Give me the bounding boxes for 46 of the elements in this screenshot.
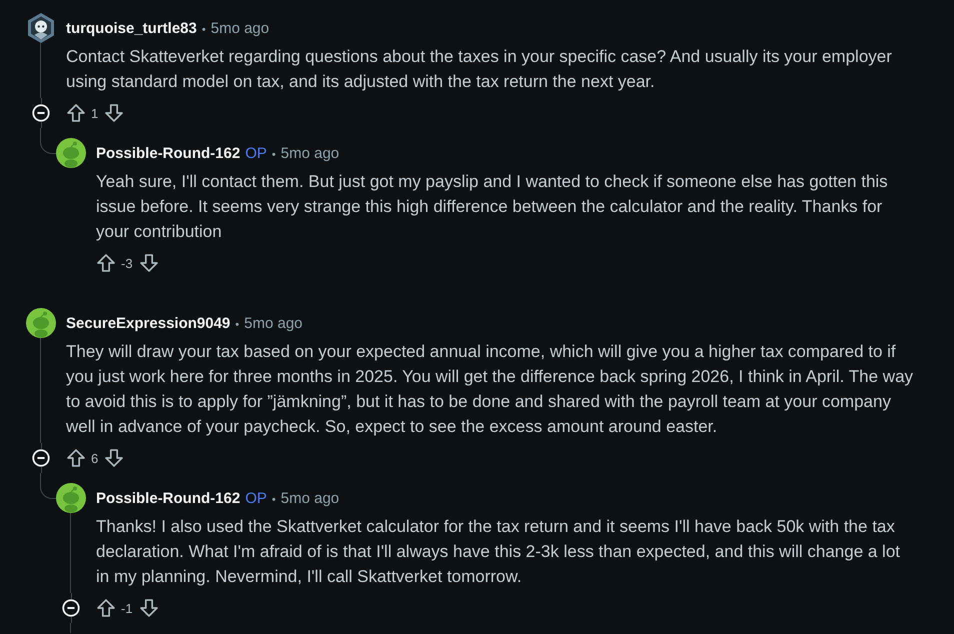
- timestamp: 5mo ago: [210, 20, 270, 36]
- thread-line: [40, 467, 42, 473]
- downvote-arrow-icon: [105, 104, 124, 122]
- separator-dot: •: [272, 148, 276, 160]
- collapse-button[interactable]: [32, 449, 50, 467]
- upvote-arrow-icon: [97, 254, 115, 272]
- separator-dot: •: [202, 24, 206, 36]
- vote-count: 1: [91, 106, 98, 120]
- username[interactable]: Possible-Round-162: [96, 144, 240, 162]
- downvote-button[interactable]: [105, 449, 124, 467]
- minus-circle-icon: [62, 599, 80, 617]
- downvote-button[interactable]: [140, 599, 158, 617]
- upvote-arrow-icon: [67, 449, 85, 467]
- comment-text: Thanks! I also used the Skattverket calculator for the tax return and it seems I'll have back 50k with the tax declaration. What I'm afraid of is that I'll always have this 2-3k less than expected, and this will change a lot in my planning. Nevermind, I'll call Skattverket tomorrow.: [96, 516, 902, 588]
- op-label: OP: [245, 144, 267, 162]
- vote-count: -1: [121, 600, 133, 616]
- collapse-button[interactable]: [32, 104, 50, 122]
- username[interactable]: Possible-Round-162: [96, 490, 240, 506]
- downvote-button[interactable]: [140, 254, 158, 272]
- username[interactable]: SecureExpression9049: [66, 314, 230, 332]
- upvote-button[interactable]: [67, 449, 85, 467]
- timestamp: 5mo ago: [280, 144, 340, 162]
- timestamp: 5mo ago: [244, 314, 303, 332]
- thread-line: [40, 122, 42, 128]
- upvote-button[interactable]: [67, 104, 85, 122]
- timestamp: 5mo ago: [280, 490, 340, 506]
- downvote-arrow-icon: [140, 599, 158, 617]
- comment-text: They will draw your tax based on your expected annual income, which will give you a higher tax compared to if you just work here for three months in 2025. You will get the difference back spring 2026, I think in April. The way to avoid this is to apply for ”jämkning”, but it has to be done and shared with the payroll team at your company well in advance of your paycheck. So, expect to see the excess amount around easter.: [66, 341, 914, 438]
- minus-circle-icon: [32, 449, 50, 467]
- downvote-button[interactable]: [105, 104, 124, 122]
- comment-text: Yeah sure, I'll contact them. But just got my payslip and I wanted to check if someone else has gotten this issue before. It seems very strange this high difference between the calculator and the reality. Thanks for your contribution: [96, 171, 889, 243]
- comment-text: Contact Skatteverket regarding questions about the taxes in your specific case? And usually its your employer using standard model on tax, and its adjusted with the tax return the next year.: [66, 46, 893, 93]
- username[interactable]: turquoise_turtle83: [66, 20, 197, 36]
- upvote-button[interactable]: [97, 599, 115, 617]
- separator-dot: •: [272, 494, 276, 506]
- upvote-arrow-icon: [97, 599, 115, 617]
- vote-count: -3: [121, 256, 133, 270]
- op-label: OP: [245, 490, 267, 506]
- collapse-button[interactable]: [62, 599, 80, 617]
- vote-count: 6: [91, 450, 98, 466]
- downvote-arrow-icon: [105, 449, 124, 467]
- downvote-arrow-icon: [140, 254, 158, 272]
- minus-circle-icon: [32, 104, 50, 122]
- upvote-button[interactable]: [97, 254, 115, 272]
- separator-dot: •: [235, 318, 240, 330]
- upvote-arrow-icon: [67, 104, 85, 122]
